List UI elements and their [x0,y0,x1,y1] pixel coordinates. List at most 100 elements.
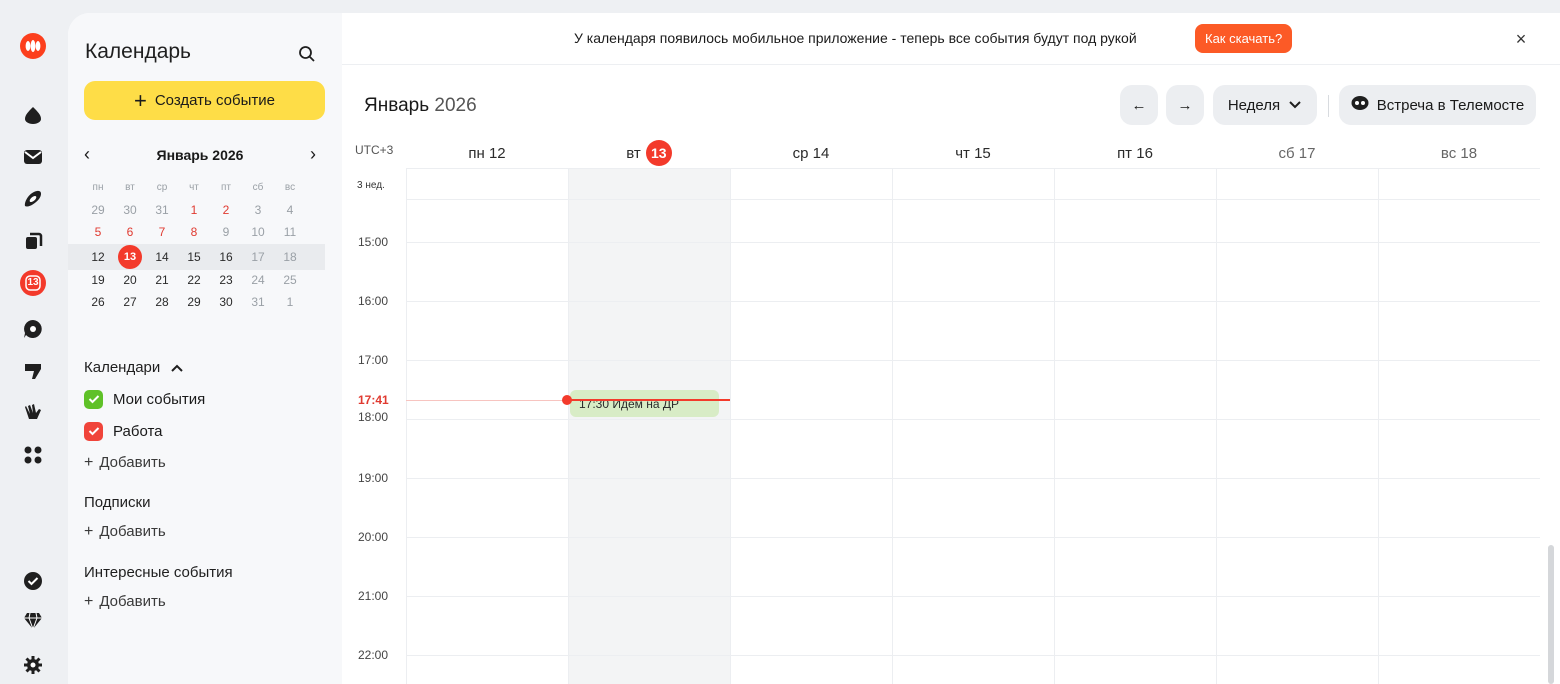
grid-line [406,419,1540,420]
chat-icon[interactable] [20,316,46,342]
mini-current-week-row: 12 13 14 15 16 17 18 [68,244,325,270]
calendars-section-toggle[interactable]: Календари [84,359,184,377]
create-event-label: Создать событие [154,92,275,109]
calendar-name: Мои события [113,390,206,408]
add-subscription-link[interactable]: + Добавить [84,523,166,541]
hand-icon[interactable] [20,400,46,426]
current-time-dot [562,395,572,405]
download-app-button[interactable]: Как скачать? [1195,24,1293,53]
mini-dow: сб [252,182,264,193]
telemost-icon [1351,95,1369,115]
mini-day[interactable]: 10 [242,222,274,242]
mini-day[interactable]: 7 [146,222,178,242]
day-header[interactable]: пн 12 [406,140,568,166]
hour-label: 15:00 [358,235,389,249]
add-label: Добавить [99,593,166,610]
day-header[interactable]: сб 17 [1216,140,1378,166]
search-icon[interactable] [297,44,317,64]
scrollbar-thumb[interactable] [1548,545,1554,684]
event-card[interactable]: 17:30 Идем на ДР [570,390,719,417]
docs-icon[interactable] [20,228,46,254]
mail-icon[interactable] [20,144,46,170]
day-header[interactable]: пт 16 [1054,140,1216,166]
mini-day[interactable]: 15 [178,244,210,270]
mini-day[interactable]: 1 [178,200,210,220]
day-num: 18 [1460,144,1478,162]
mini-day[interactable]: 21 [146,270,178,290]
mini-day[interactable]: 18 [274,244,306,270]
logo-icon[interactable] [20,33,46,59]
month-name: Январь [364,95,430,116]
mini-day[interactable]: 2 [210,200,242,220]
mini-day[interactable]: 28 [146,292,178,312]
mini-day[interactable]: 31 [146,200,178,220]
chevron-up-icon [170,360,184,377]
mini-day[interactable]: 20 [114,270,146,290]
mini-day[interactable]: 30 [210,292,242,312]
mini-next-month-icon[interactable]: › [310,144,316,165]
grid-line [406,537,1540,538]
week-grid[interactable] [406,168,1540,684]
mini-day[interactable]: 29 [82,200,114,220]
mini-day[interactable]: 19 [82,270,114,290]
add-interesting-link[interactable]: + Добавить [84,593,166,611]
grid-line [406,168,407,684]
calendar-name: Работа [113,422,163,440]
telemost-meeting-button[interactable]: Встреча в Телемосте [1339,85,1536,125]
mini-day[interactable]: 26 [82,292,114,312]
disk-icon[interactable] [20,186,46,212]
mini-day[interactable]: 8 [178,222,210,242]
mini-day[interactable]: 22 [178,270,210,290]
day-dow: пн [468,144,485,162]
checkbox-checked-icon[interactable] [84,421,103,441]
forms-icon[interactable] [20,358,46,384]
view-select[interactable]: Неделя [1213,85,1317,125]
drop-icon[interactable] [20,102,46,128]
done-icon[interactable] [20,568,46,594]
current-month-label: Январь 2026 [364,95,477,117]
mini-day[interactable]: 9 [210,222,242,242]
gem-icon[interactable] [20,608,46,634]
calendar-icon[interactable]: 13 [20,270,46,296]
mini-day[interactable]: 23 [210,270,242,290]
mini-day[interactable]: 11 [274,222,306,242]
mini-day[interactable]: 24 [242,270,274,290]
settings-icon[interactable] [20,652,46,678]
app-rail: 13 [0,0,68,684]
day-header[interactable]: вс 18 [1378,140,1540,166]
grid-line [406,596,1540,597]
mini-dow: вс [284,182,296,193]
close-icon[interactable]: × [1511,29,1531,49]
mini-day[interactable]: 6 [114,222,146,242]
mini-day[interactable]: 5 [82,222,114,242]
day-num: 17 [1298,144,1316,162]
day-header-today[interactable]: вт 13 [568,140,730,166]
hour-label: 20:00 [358,530,389,544]
grid-line [406,301,1540,302]
apps-icon[interactable] [20,442,46,468]
mini-day[interactable]: 29 [178,292,210,312]
mini-day[interactable]: 4 [274,200,306,220]
mini-day[interactable]: 25 [274,270,306,290]
calendar-work[interactable]: Работа [84,421,163,441]
day-header[interactable]: ср 14 [730,140,892,166]
day-dow: вс [1440,144,1457,162]
mini-day[interactable]: 27 [114,292,146,312]
mini-day[interactable]: 3 [242,200,274,220]
calendar-my-events[interactable]: Мои события [84,389,205,409]
prev-week-button[interactable]: ← [1120,85,1158,125]
next-week-button[interactable]: → [1166,85,1204,125]
mini-day[interactable]: 14 [146,244,178,270]
create-event-button[interactable]: + Создать событие [84,81,325,120]
current-time-line [568,399,730,401]
mini-today[interactable]: 13 [118,245,142,269]
mini-day[interactable]: 31 [242,292,274,312]
mini-day[interactable]: 17 [242,244,274,270]
day-header[interactable]: чт 15 [892,140,1054,166]
mini-day[interactable]: 30 [114,200,146,220]
checkbox-checked-icon[interactable] [84,389,103,409]
mini-day[interactable]: 12 [82,244,114,270]
mini-day[interactable]: 1 [274,292,306,312]
add-calendar-link[interactable]: + Добавить [84,454,166,472]
mini-day[interactable]: 16 [210,244,242,270]
